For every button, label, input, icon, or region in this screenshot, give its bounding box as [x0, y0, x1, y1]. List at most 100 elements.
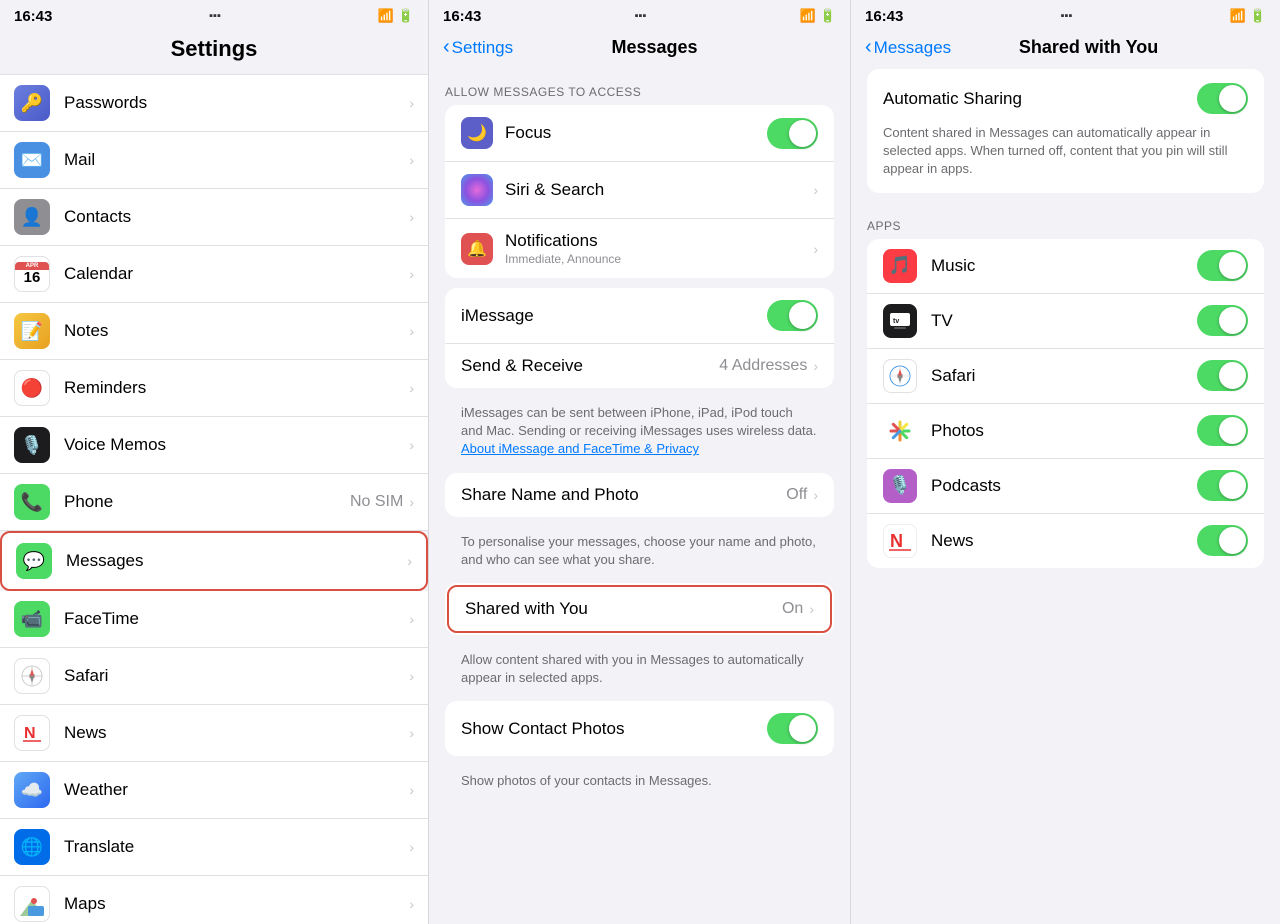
status-bar-3: 16:43 ▪▪▪ 📶 🔋 [851, 0, 1280, 30]
app-icon-photos [883, 414, 917, 448]
carrier-icon-1: ▪▪▪ [209, 10, 221, 22]
focus-row[interactable]: 🌙 Focus [445, 105, 834, 162]
wifi-icon-1: 📶 [378, 8, 394, 24]
shared-with-you-chevron-icon: › [809, 601, 814, 617]
app-label-podcasts: Podcasts [931, 476, 1197, 496]
settings-item-messages[interactable]: 💬 Messages › [0, 531, 428, 591]
safari-icon [14, 658, 50, 694]
app-toggle-podcasts[interactable] [1197, 470, 1248, 501]
imessage-privacy-link[interactable]: About iMessage and FaceTime & Privacy [461, 441, 699, 456]
settings-item-reminders[interactable]: 🔴 Reminders › [0, 360, 428, 417]
access-card: 🌙 Focus Siri & Search › 🔔 [445, 105, 834, 278]
share-name-label: Share Name and Photo [461, 485, 786, 505]
settings-title: Settings [0, 30, 428, 74]
shared-with-you-row[interactable]: Shared with You On › [447, 585, 832, 633]
focus-toggle[interactable] [767, 118, 818, 149]
siri-row[interactable]: Siri & Search › [445, 162, 834, 219]
app-toggle-news[interactable] [1197, 525, 1248, 556]
show-contact-photos-row[interactable]: Show Contact Photos [445, 701, 834, 756]
send-receive-chevron-icon: › [813, 358, 818, 374]
contacts-chevron-icon: › [409, 209, 414, 225]
messages-panel: 16:43 ▪▪▪ 📶 🔋 ‹ Settings Messages ALLOW … [428, 0, 850, 924]
notifications-row[interactable]: 🔔 Notifications Immediate, Announce › [445, 219, 834, 278]
settings-item-phone[interactable]: 📞 Phone No SIM › [0, 474, 428, 531]
status-icons-1: 📶 🔋 [378, 8, 414, 24]
notes-chevron-icon: › [409, 323, 414, 339]
settings-back-button[interactable]: ‹ Settings [443, 36, 513, 59]
auto-sharing-row[interactable]: Automatic Sharing [883, 83, 1248, 114]
mail-chevron-icon: › [409, 152, 414, 168]
send-receive-row[interactable]: Send & Receive 4 Addresses › [445, 344, 834, 388]
voicememos-icon: 🎙️ [14, 427, 50, 463]
settings-item-contacts[interactable]: 👤 Contacts › [0, 189, 428, 246]
battery-icon-2: 🔋 [820, 8, 836, 24]
app-toggle-tv[interactable] [1197, 305, 1248, 336]
calendar-icon: APR 16 [14, 256, 50, 292]
translate-icon: 🌐 [14, 829, 50, 865]
imessage-row[interactable]: iMessage [445, 288, 834, 344]
back-chevron-icon-3: ‹ [865, 36, 872, 59]
show-contact-photos-toggle[interactable] [767, 713, 818, 744]
shared-nav-title: Shared with You [951, 37, 1226, 58]
auto-sharing-card: Automatic Sharing Content shared in Mess… [867, 69, 1264, 193]
share-name-card: Share Name and Photo Off › [445, 473, 834, 517]
status-bar-1: 16:43 ▪▪▪ 📶 🔋 [0, 0, 428, 30]
settings-item-calendar[interactable]: APR 16 Calendar › [0, 246, 428, 303]
settings-item-mail[interactable]: ✉️ Mail › [0, 132, 428, 189]
facetime-chevron-icon: › [409, 611, 414, 627]
settings-item-voicememos[interactable]: 🎙️ Voice Memos › [0, 417, 428, 474]
messages-nav-bar: ‹ Settings Messages [429, 30, 850, 69]
settings-item-weather[interactable]: ☁️ Weather › [0, 762, 428, 819]
battery-icon-1: 🔋 [398, 8, 414, 24]
app-icon-podcasts: 🎙️ [883, 469, 917, 503]
imessage-toggle[interactable] [767, 300, 818, 331]
share-name-chevron-icon: › [813, 487, 818, 503]
messages-back-button[interactable]: ‹ Messages [865, 36, 951, 59]
svg-text:N: N [24, 725, 36, 742]
share-name-row[interactable]: Share Name and Photo Off › [445, 473, 834, 517]
app-row-music[interactable]: 🎵 Music [867, 239, 1264, 294]
settings-item-passwords[interactable]: 🔑 Passwords › [0, 74, 428, 132]
settings-item-facetime[interactable]: 📹 FaceTime › [0, 591, 428, 648]
status-icons-2: 📶 🔋 [800, 8, 836, 24]
show-contact-photos-card: Show Contact Photos [445, 701, 834, 756]
notifications-sublabel: Immediate, Announce [505, 252, 813, 266]
notes-icon: 📝 [14, 313, 50, 349]
app-row-news[interactable]: N News [867, 514, 1264, 568]
app-row-podcasts[interactable]: 🎙️ Podcasts [867, 459, 1264, 514]
app-icon-tv: tv [883, 304, 917, 338]
shared-content: Automatic Sharing Content shared in Mess… [851, 69, 1280, 924]
siri-chevron-icon: › [813, 182, 818, 198]
app-toggle-safari[interactable] [1197, 360, 1248, 391]
shared-with-you-value: On [782, 600, 803, 618]
time-3: 16:43 [865, 8, 903, 25]
settings-item-maps[interactable]: Maps › [0, 876, 428, 924]
calendar-chevron-icon: › [409, 266, 414, 282]
app-row-tv[interactable]: tv TV [867, 294, 1264, 349]
contacts-label: Contacts [64, 207, 409, 227]
shared-with-you-card: Shared with You On › [445, 583, 834, 635]
wifi-icon-3: 📶 [1230, 8, 1246, 24]
messages-chevron-icon: › [407, 553, 412, 569]
settings-item-safari[interactable]: Safari › [0, 648, 428, 705]
app-row-photos[interactable]: Photos [867, 404, 1264, 459]
settings-item-news[interactable]: N News › [0, 705, 428, 762]
messages-icon: 💬 [16, 543, 52, 579]
app-toggle-music[interactable] [1197, 250, 1248, 281]
app-label-news: News [931, 531, 1197, 551]
settings-item-translate[interactable]: 🌐 Translate › [0, 819, 428, 876]
calendar-label: Calendar [64, 264, 409, 284]
shared-with-you-panel: 16:43 ▪▪▪ 📶 🔋 ‹ Messages Shared with You… [850, 0, 1280, 924]
settings-item-notes[interactable]: 📝 Notes › [0, 303, 428, 360]
app-icon-music: 🎵 [883, 249, 917, 283]
translate-chevron-icon: › [409, 839, 414, 855]
app-row-safari[interactable]: Safari [867, 349, 1264, 404]
back-label: Settings [452, 38, 513, 58]
facetime-label: FaceTime [64, 609, 409, 629]
shared-nav-bar: ‹ Messages Shared with You [851, 30, 1280, 69]
siri-icon [461, 174, 493, 206]
app-toggle-photos[interactable] [1197, 415, 1248, 446]
auto-sharing-toggle[interactable] [1197, 83, 1248, 114]
facetime-icon: 📹 [14, 601, 50, 637]
voicememos-chevron-icon: › [409, 437, 414, 453]
